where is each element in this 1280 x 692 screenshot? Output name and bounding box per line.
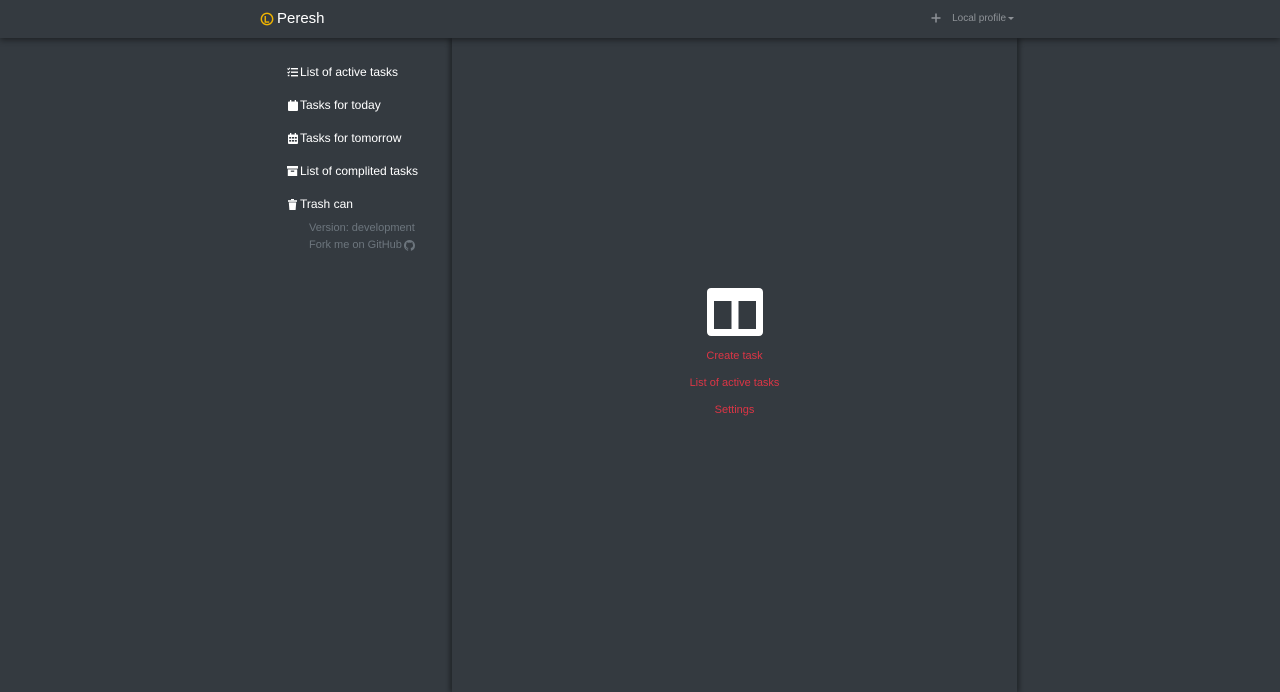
main-content: Create task List of active tasks Setting… (452, 38, 1017, 692)
empty-state: Create task List of active tasks Setting… (452, 288, 1017, 430)
sidebar-item-today[interactable]: Tasks for today (287, 95, 447, 115)
sidebar-item-active-tasks[interactable]: List of active tasks (287, 62, 447, 82)
github-link[interactable]: Fork me on GitHub (309, 237, 415, 254)
sidebar-item-label: Tasks for tomorrow (300, 131, 402, 145)
trash-icon (287, 198, 298, 210)
columns-icon (706, 288, 763, 336)
list-check-icon (287, 67, 298, 78)
brand-name: Peresh (277, 10, 325, 27)
sidebar: List of active tasks Tasks for today Tas… (287, 62, 447, 227)
sidebar-item-label: Trash can (300, 197, 353, 211)
active-tasks-link[interactable]: List of active tasks (690, 376, 780, 390)
sidebar-item-label: List of active tasks (300, 65, 399, 79)
calendar-icon (287, 99, 298, 111)
chevron-down-icon (1008, 16, 1014, 20)
github-icon (403, 240, 415, 251)
profile-label: Local profile (952, 12, 1006, 24)
archive-icon (287, 166, 298, 177)
github-link-label: Fork me on GitHub (309, 239, 402, 251)
sidebar-meta: Version: development Fork me on GitHub (309, 220, 415, 254)
sidebar-item-completed[interactable]: List of complited tasks (287, 161, 447, 181)
brand-link[interactable]: Peresh (260, 10, 325, 27)
version-text: Version: development (309, 222, 415, 234)
top-navbar: Peresh Local profile (0, 0, 1280, 38)
sidebar-item-label: List of complited tasks (300, 164, 419, 178)
peresh-logo-icon (260, 12, 274, 25)
plus-icon (931, 13, 941, 23)
create-task-link[interactable]: Create task (706, 349, 762, 363)
profile-dropdown[interactable]: Local profile (952, 13, 1014, 24)
sidebar-item-trash[interactable]: Trash can (287, 194, 447, 214)
navbar-right: Local profile (930, 11, 1014, 25)
sidebar-item-tomorrow[interactable]: Tasks for tomorrow (287, 128, 447, 148)
sidebar-item-label: Tasks for today (300, 98, 381, 112)
calendar-grid-icon (287, 132, 298, 144)
add-task-button[interactable] (930, 11, 942, 25)
settings-link[interactable]: Settings (715, 403, 755, 417)
